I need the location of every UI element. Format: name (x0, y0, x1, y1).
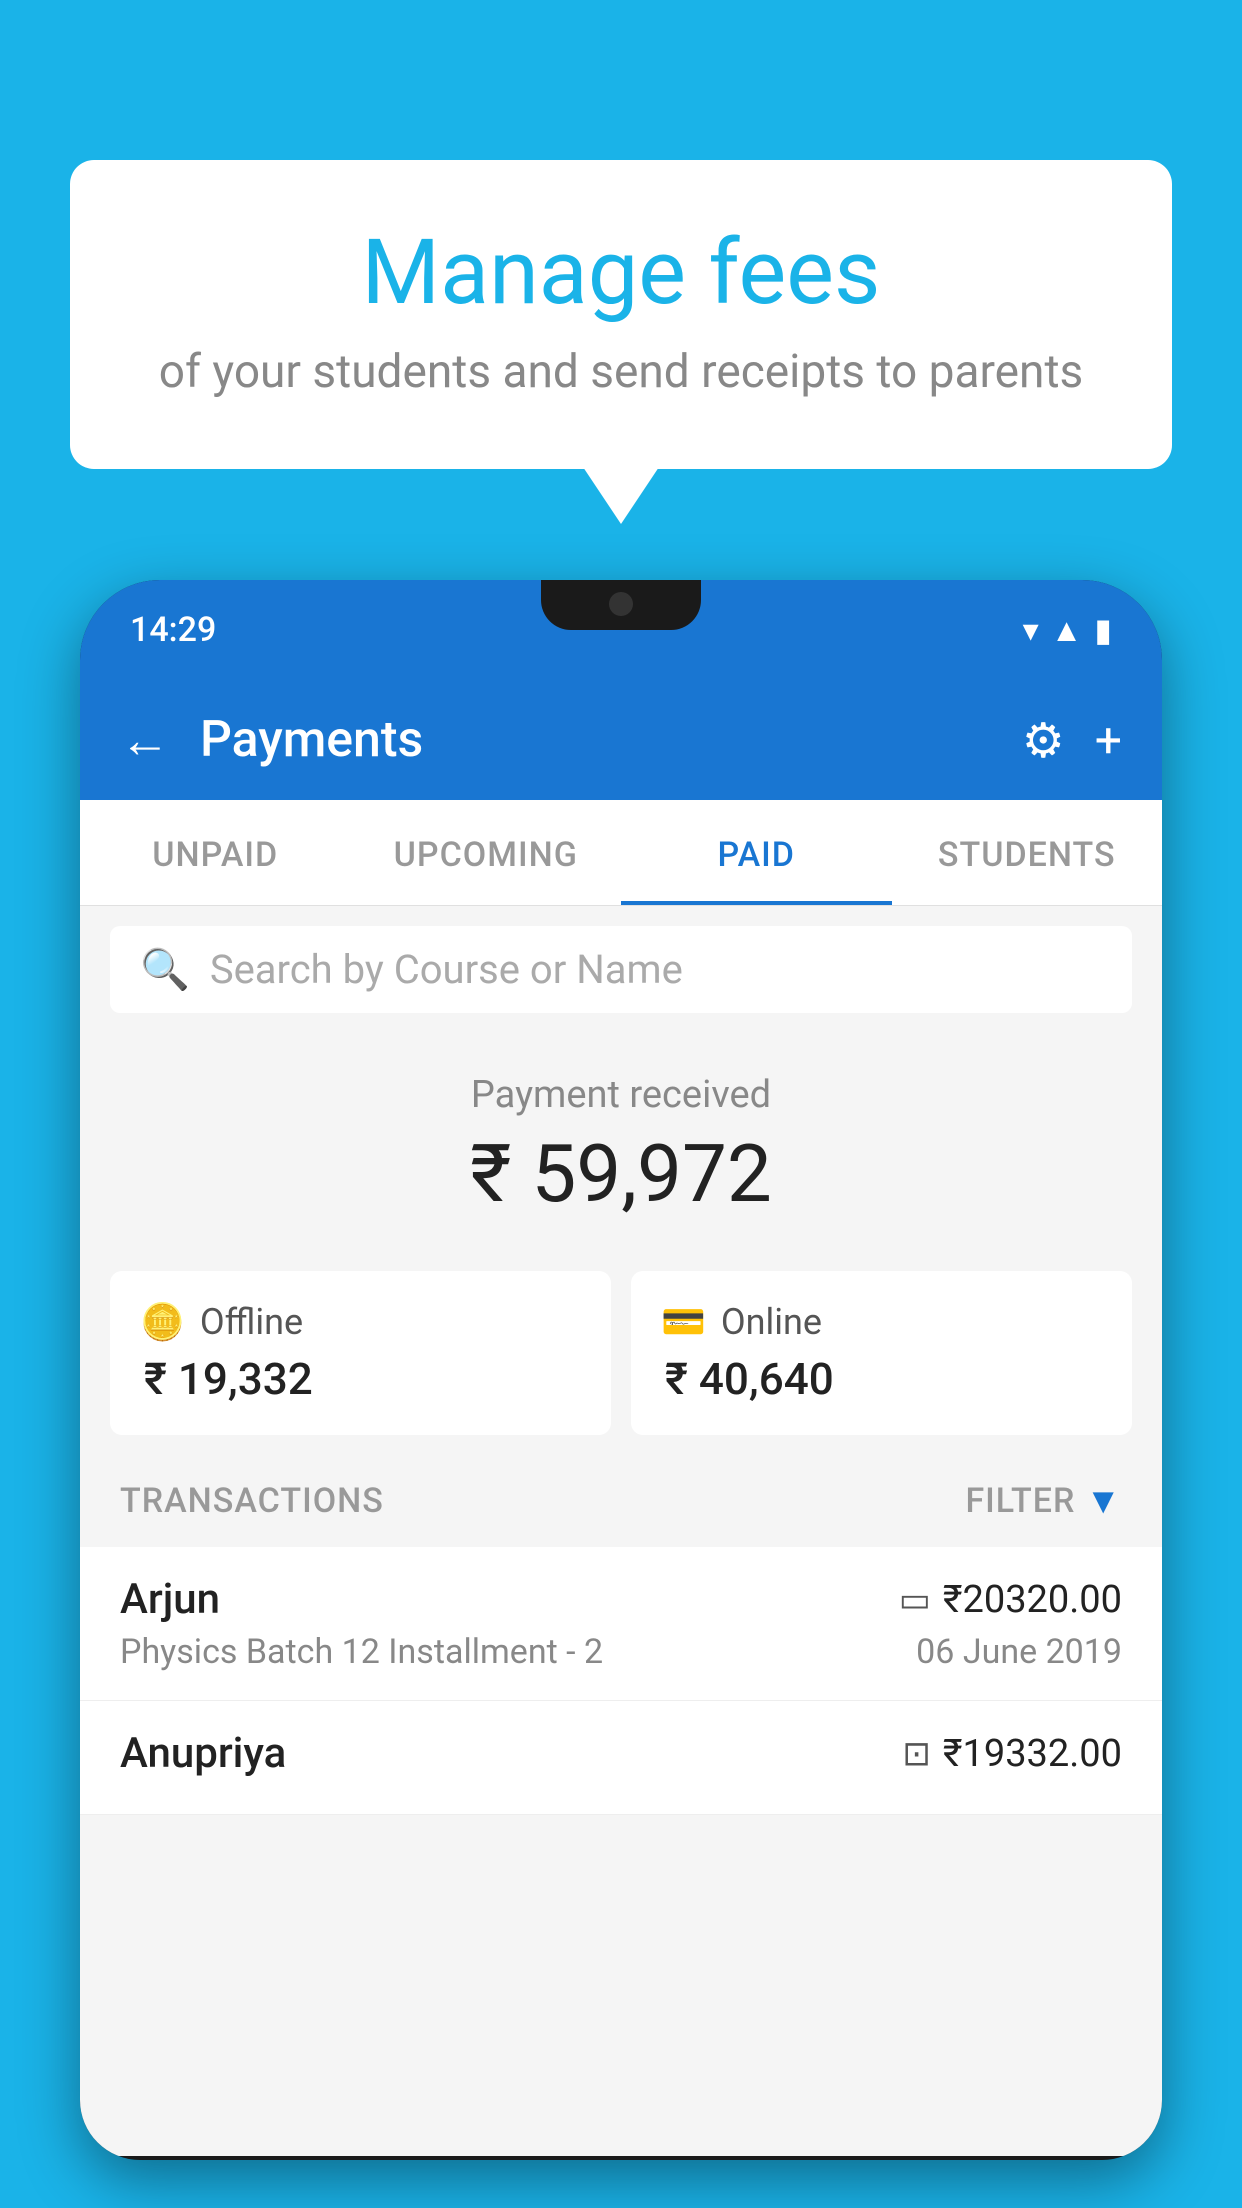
online-icon: 💳 (661, 1301, 706, 1343)
settings-icon[interactable]: ⚙ (1022, 712, 1065, 769)
transaction-amount-wrap: ⊡ ₹19332.00 (902, 1732, 1122, 1776)
tab-bar: UNPAID UPCOMING PAID STUDENTS (80, 800, 1162, 906)
notch (541, 580, 701, 630)
bubble-subtitle: of your students and send receipts to pa… (150, 345, 1092, 399)
phone-container: 14:29 ▾ ▲ ▮ ← Payments ⚙ + UNPAID UPCOMI… (80, 580, 1162, 2208)
offline-card: 🪙 Offline ₹ 19,332 (110, 1271, 611, 1435)
status-time: 14:29 (130, 610, 216, 650)
offline-payment-icon: ⊡ (902, 1734, 931, 1774)
back-button[interactable]: ← (120, 711, 170, 770)
battery-icon: ▮ (1094, 611, 1112, 649)
payment-cards: 🪙 Offline ₹ 19,332 💳 Online ₹ 40,640 (110, 1271, 1132, 1435)
transaction-name: Arjun (120, 1575, 220, 1624)
online-card-header: 💳 Online (661, 1301, 1102, 1343)
bubble-title: Manage fees (150, 220, 1092, 325)
search-input[interactable]: Search by Course or Name (210, 946, 683, 993)
payment-total-amount: ₹ 59,972 (100, 1127, 1142, 1221)
speech-bubble-container: Manage fees of your students and send re… (70, 160, 1172, 469)
online-amount: ₹ 40,640 (661, 1353, 1102, 1405)
table-row[interactable]: Anupriya ⊡ ₹19332.00 (80, 1701, 1162, 1815)
offline-amount: ₹ 19,332 (140, 1353, 581, 1405)
app-bar-actions: ⚙ + (1022, 712, 1122, 769)
payment-summary: Payment received ₹ 59,972 (80, 1033, 1162, 1251)
transaction-bottom: Physics Batch 12 Installment - 2 06 June… (120, 1632, 1122, 1672)
payment-received-label: Payment received (100, 1073, 1142, 1117)
tab-students[interactable]: STUDENTS (892, 800, 1163, 905)
transaction-top: Arjun ▭ ₹20320.00 (120, 1575, 1122, 1624)
transaction-date: 06 June 2019 (916, 1632, 1122, 1672)
status-icons: ▾ ▲ ▮ (1023, 611, 1112, 649)
offline-label: Offline (200, 1301, 303, 1343)
offline-card-header: 🪙 Offline (140, 1301, 581, 1343)
search-icon: 🔍 (140, 946, 190, 993)
transaction-amount: ₹20320.00 (943, 1578, 1122, 1622)
transaction-amount-wrap: ▭ ₹20320.00 (899, 1578, 1122, 1622)
phone-content: 🔍 Search by Course or Name Payment recei… (80, 906, 1162, 2156)
front-camera (609, 592, 633, 616)
speech-bubble: Manage fees of your students and send re… (70, 160, 1172, 469)
filter-button[interactable]: FILTER ▼ (965, 1480, 1122, 1522)
online-card: 💳 Online ₹ 40,640 (631, 1271, 1132, 1435)
transaction-name: Anupriya (120, 1729, 286, 1778)
transaction-course: Physics Batch 12 Installment - 2 (120, 1632, 603, 1672)
app-bar-title: Payments (200, 711, 992, 769)
transactions-header: TRANSACTIONS FILTER ▼ (80, 1455, 1162, 1547)
table-row[interactable]: Arjun ▭ ₹20320.00 Physics Batch 12 Insta… (80, 1547, 1162, 1701)
signal-icon: ▲ (1051, 611, 1083, 649)
online-label: Online (721, 1301, 822, 1343)
phone: 14:29 ▾ ▲ ▮ ← Payments ⚙ + UNPAID UPCOMI… (80, 580, 1162, 2160)
add-icon[interactable]: + (1095, 712, 1122, 769)
search-bar[interactable]: 🔍 Search by Course or Name (110, 926, 1132, 1013)
tab-unpaid[interactable]: UNPAID (80, 800, 351, 905)
transactions-label: TRANSACTIONS (120, 1481, 384, 1521)
filter-icon: ▼ (1085, 1480, 1122, 1522)
transaction-amount: ₹19332.00 (943, 1732, 1122, 1776)
tab-paid[interactable]: PAID (621, 800, 892, 905)
filter-label: FILTER (965, 1481, 1075, 1521)
app-bar: ← Payments ⚙ + (80, 680, 1162, 800)
wifi-icon: ▾ (1023, 611, 1039, 649)
offline-icon: 🪙 (140, 1301, 185, 1343)
tab-upcoming[interactable]: UPCOMING (351, 800, 622, 905)
transaction-top: Anupriya ⊡ ₹19332.00 (120, 1729, 1122, 1778)
card-payment-icon: ▭ (899, 1580, 931, 1620)
